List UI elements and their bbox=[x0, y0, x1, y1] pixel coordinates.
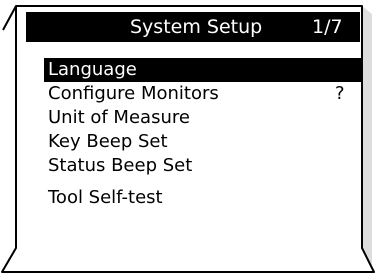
bezel-corner-line bbox=[2, 5, 17, 31]
page-title: System Setup bbox=[130, 16, 263, 38]
menu-item-label: Status Beep Set bbox=[48, 155, 193, 176]
menu-item-unit-of-measure[interactable]: Unit of Measure bbox=[44, 106, 362, 130]
menu-item-configure-monitors[interactable]: Configure Monitors ? bbox=[44, 82, 362, 106]
menu-item-label: Tool Self-test bbox=[48, 187, 163, 208]
menu-item-status: ? bbox=[335, 83, 345, 104]
title-bar: System Setup 1/7 bbox=[26, 12, 360, 42]
menu-item-label: Configure Monitors bbox=[48, 83, 219, 104]
menu-item-tool-self-test[interactable]: Tool Self-test bbox=[44, 186, 362, 210]
menu-item-label: Key Beep Set bbox=[48, 131, 168, 152]
menu-item-status-beep-set[interactable]: Status Beep Set bbox=[44, 154, 362, 178]
menu-item-language[interactable]: Language bbox=[44, 58, 362, 82]
menu-list: Language Configure Monitors ? Unit of Me… bbox=[44, 58, 362, 210]
menu-item-key-beep-set[interactable]: Key Beep Set bbox=[44, 130, 362, 154]
menu-item-label: Unit of Measure bbox=[48, 107, 190, 128]
bezel-shadow bbox=[362, 6, 372, 268]
menu-item-label: Language bbox=[48, 59, 137, 80]
page-indicator: 1/7 bbox=[312, 16, 343, 38]
